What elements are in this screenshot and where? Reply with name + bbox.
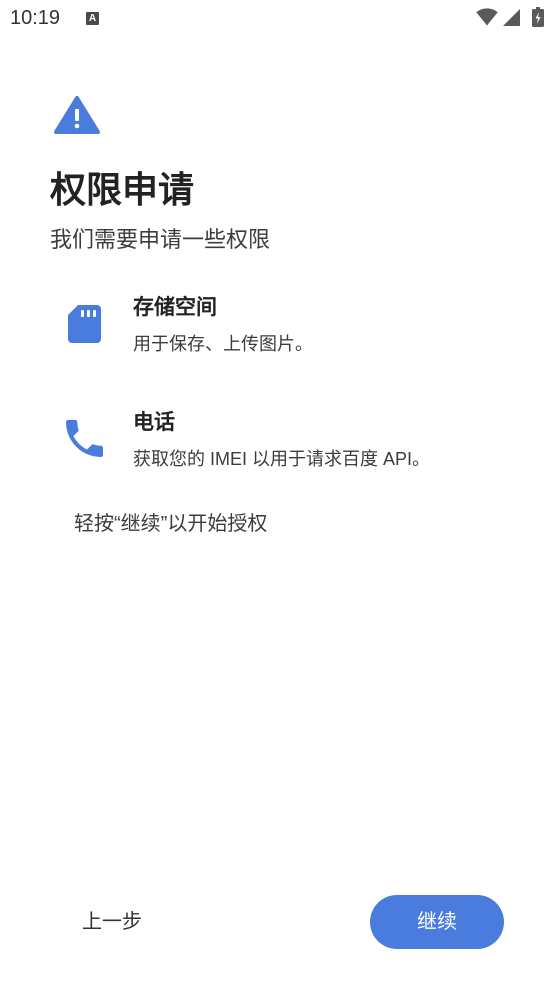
permission-title: 存储空间 <box>133 296 217 319</box>
permission-description: 获取您的 IMEI 以用于请求百度 API。 <box>133 449 431 469</box>
continue-button[interactable]: 继续 <box>370 895 504 949</box>
notification-a-icon: A <box>86 12 99 25</box>
back-button[interactable]: 上一步 <box>70 900 154 944</box>
wifi-icon <box>476 8 498 26</box>
permission-description: 用于保存、上传图片。 <box>133 334 313 354</box>
warning-icon <box>54 96 100 134</box>
permission-title: 电话 <box>133 411 175 434</box>
signal-icon <box>503 9 520 26</box>
battery-icon <box>532 7 544 27</box>
instruction-hint: 轻按“继续”以开始授权 <box>74 513 268 535</box>
sd-card-icon <box>68 305 101 343</box>
page-title: 权限申请 <box>50 169 195 210</box>
status-time: 10:19 <box>10 7 61 29</box>
phone-icon <box>66 420 103 457</box>
page-subtitle: 我们需要申请一些权限 <box>50 227 271 252</box>
